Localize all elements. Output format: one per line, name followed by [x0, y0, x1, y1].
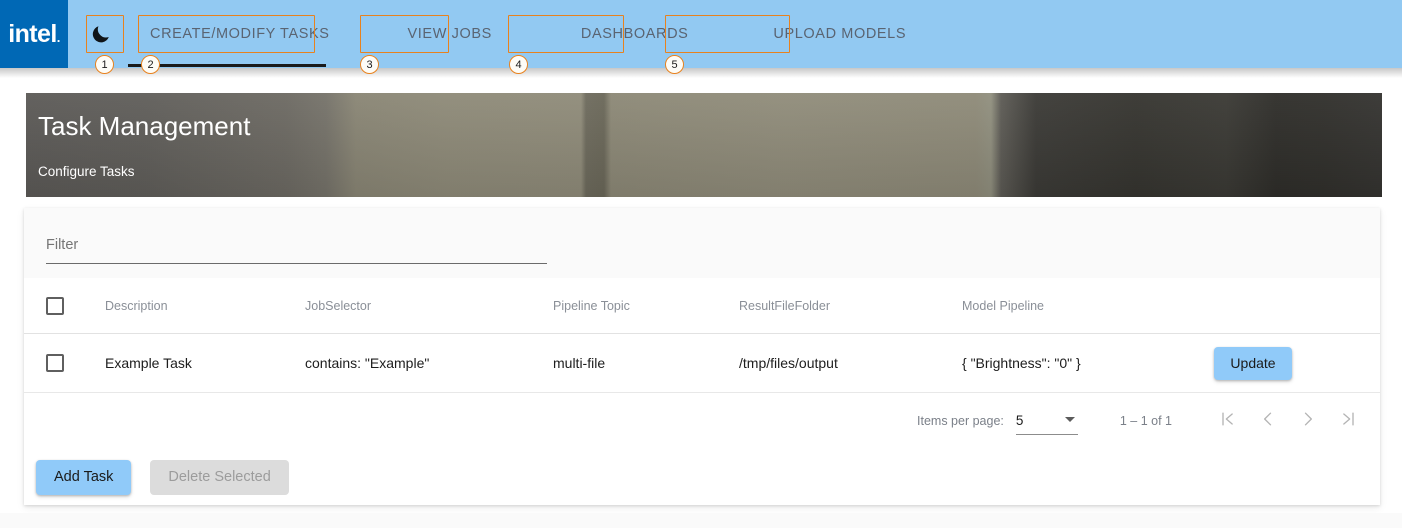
first-page-icon — [1218, 409, 1238, 434]
row-checkbox[interactable] — [46, 354, 64, 372]
page-title: Task Management — [38, 113, 250, 139]
filter-region — [24, 208, 1380, 278]
select-all-checkbox[interactable] — [46, 297, 64, 315]
annotation-badge-4: 4 — [509, 55, 528, 74]
previous-page-button[interactable] — [1248, 401, 1288, 441]
cell-actions: Update — [1214, 347, 1362, 380]
annotation-badge-2: 2 — [141, 55, 160, 74]
first-page-button[interactable] — [1208, 401, 1248, 441]
intel-wordmark: intel. — [8, 22, 59, 47]
nav-item-view-jobs[interactable]: VIEW JOBS — [392, 17, 508, 51]
nav-button-view-jobs[interactable]: VIEW JOBS — [392, 17, 508, 51]
task-table-card: Description JobSelector Pipeline Topic R… — [24, 208, 1380, 505]
column-header-description: Description — [105, 299, 305, 313]
column-header-resultfilefolder: ResultFileFolder — [739, 299, 962, 313]
theme-toggle-button[interactable] — [82, 15, 120, 53]
column-header-jobselector: JobSelector — [305, 299, 553, 313]
nav-button-upload-models[interactable]: UPLOAD MODELS — [757, 17, 922, 51]
cell-pipeline-topic: multi-file — [553, 355, 739, 371]
items-per-page-value: 5 — [1016, 413, 1024, 428]
column-header-model-pipeline: Model Pipeline — [962, 299, 1214, 313]
previous-page-icon — [1258, 409, 1278, 434]
topbar-shadow — [0, 68, 1402, 78]
table-paginator: Items per page: 5 1 – 1 of 1 — [24, 393, 1380, 449]
page-range-label: 1 – 1 of 1 — [1120, 414, 1172, 428]
filter-input[interactable] — [46, 228, 547, 261]
filter-field[interactable] — [46, 228, 547, 264]
annotation-badge-1: 1 — [95, 55, 114, 74]
column-header-pipeline-topic: Pipeline Topic — [553, 299, 739, 313]
page-subtitle: Configure Tasks — [38, 165, 250, 179]
cell-resultfilefolder: /tmp/files/output — [739, 355, 962, 371]
next-page-icon — [1298, 409, 1318, 434]
top-navigation-bar: intel. CREATE/MODIFY TASKS VIEW JOBS DAS… — [0, 0, 1402, 68]
last-page-button[interactable] — [1328, 401, 1368, 441]
page-banner: Task Management Configure Tasks — [26, 93, 1382, 197]
cell-jobselector: contains: "Example" — [305, 355, 553, 371]
update-button[interactable]: Update — [1214, 347, 1292, 380]
nav-button-dashboards[interactable]: DASHBOARDS — [565, 17, 705, 51]
select-all-cell — [46, 297, 105, 315]
moon-icon — [90, 23, 112, 45]
table-row: Example Task contains: "Example" multi-f… — [24, 334, 1380, 393]
delete-selected-button: Delete Selected — [150, 460, 288, 495]
items-per-page-label: Items per page: — [917, 414, 1004, 428]
nav-item-dashboards[interactable]: DASHBOARDS — [565, 17, 705, 51]
nav-item-create-modify-tasks[interactable]: CREATE/MODIFY TASKS — [134, 17, 346, 51]
table-header-row: Description JobSelector Pipeline Topic R… — [24, 278, 1380, 334]
chevron-down-icon — [1065, 417, 1075, 422]
nav-button-create-modify-tasks[interactable]: CREATE/MODIFY TASKS — [134, 17, 346, 51]
add-task-button[interactable]: Add Task — [36, 460, 131, 495]
nav-item-upload-models[interactable]: UPLOAD MODELS — [757, 17, 922, 51]
last-page-icon — [1338, 409, 1358, 434]
row-select-cell — [46, 354, 105, 372]
intel-logo: intel. — [0, 0, 68, 68]
next-page-button[interactable] — [1288, 401, 1328, 441]
theme-toggle-wrapper — [82, 15, 120, 53]
cell-model-pipeline: { "Brightness": "0" } — [962, 355, 1214, 371]
cell-description: Example Task — [105, 355, 305, 371]
items-per-page-select[interactable]: 5 — [1016, 407, 1078, 435]
card-action-bar: Add Task Delete Selected — [24, 449, 1380, 505]
annotation-badge-5: 5 — [665, 55, 684, 74]
page-bottom-strip — [0, 513, 1402, 528]
annotation-badge-3: 3 — [360, 55, 379, 74]
task-management-page: intel. CREATE/MODIFY TASKS VIEW JOBS DAS… — [0, 0, 1402, 528]
banner-text-block: Task Management Configure Tasks — [38, 93, 250, 179]
tasks-table: Description JobSelector Pipeline Topic R… — [24, 278, 1380, 393]
